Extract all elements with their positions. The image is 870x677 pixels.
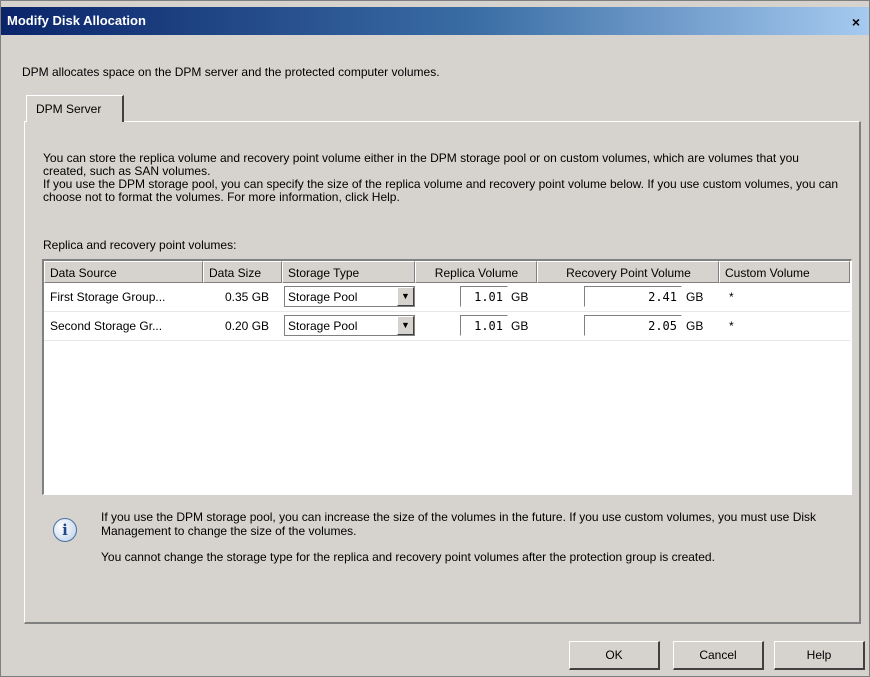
column-header-recovery-point-volume[interactable]: Recovery Point Volume [537, 261, 719, 283]
cancel-button[interactable]: Cancel [673, 641, 764, 670]
ok-button[interactable]: OK [569, 641, 660, 670]
recovery-unit: GB [686, 290, 704, 304]
recovery-point-volume-input[interactable]: 2.41 [584, 286, 682, 307]
description: You can store the replica volume and rec… [43, 152, 843, 204]
column-header-replica-volume[interactable]: Replica Volume [415, 261, 537, 283]
tab-panel: You can store the replica volume and rec… [24, 121, 861, 624]
replica-volume-input[interactable]: 1.01 [460, 286, 508, 307]
custom-volume-cell: * [729, 290, 734, 304]
help-button[interactable]: Help [774, 641, 865, 670]
description-line-1: You can store the replica volume and rec… [43, 151, 799, 178]
recovery-point-volume-input[interactable]: 2.05 [584, 315, 682, 336]
replica-volume-input[interactable]: 1.01 [460, 315, 508, 336]
table-row[interactable]: Second Storage Gr... 0.20 GB Storage Poo… [44, 312, 850, 341]
replica-unit: GB [511, 290, 529, 304]
volumes-table: Data Source Data Size Storage Type Repli… [42, 259, 852, 495]
storage-type-value: Storage Pool [288, 319, 358, 333]
data-source-cell: Second Storage Gr... [50, 319, 163, 333]
info-text-1: If you use the DPM storage pool, you can… [101, 510, 817, 538]
chevron-down-icon[interactable]: ▼ [397, 316, 414, 335]
column-header-custom-volume[interactable]: Custom Volume [719, 261, 850, 283]
title-bar: Modify Disk Allocation [1, 7, 869, 35]
description-line-2: If you use the DPM storage pool, you can… [43, 177, 839, 204]
column-header-data-source[interactable]: Data Source [44, 261, 203, 283]
custom-volume-cell: * [729, 319, 734, 333]
data-size-cell: 0.35 GB [225, 290, 270, 304]
data-source-cell: First Storage Group... [50, 290, 166, 304]
table-row[interactable]: First Storage Group... 0.35 GB Storage P… [44, 283, 850, 312]
modify-disk-allocation-dialog: Modify Disk Allocation × DPM allocates s… [0, 0, 870, 677]
dialog-title: Modify Disk Allocation [7, 13, 146, 28]
storage-type-dropdown[interactable]: Storage Pool ▼ [284, 286, 415, 307]
table-header: Data Source Data Size Storage Type Repli… [44, 261, 850, 283]
intro-text: DPM allocates space on the DPM server an… [22, 65, 440, 79]
tab-dpm-server[interactable]: DPM Server [26, 95, 124, 122]
close-icon[interactable]: × [849, 15, 863, 29]
replica-unit: GB [511, 319, 529, 333]
storage-type-dropdown[interactable]: Storage Pool ▼ [284, 315, 415, 336]
info-text-2: You cannot change the storage type for t… [101, 550, 715, 564]
recovery-unit: GB [686, 319, 704, 333]
column-header-data-size[interactable]: Data Size [203, 261, 282, 283]
column-header-storage-type[interactable]: Storage Type [282, 261, 415, 283]
data-size-cell: 0.20 GB [225, 319, 270, 333]
storage-type-value: Storage Pool [288, 290, 358, 304]
info-text: If you use the DPM storage pool, you can… [101, 510, 841, 564]
info-icon: i [53, 518, 77, 542]
chevron-down-icon[interactable]: ▼ [397, 287, 414, 306]
replica-volumes-label: Replica and recovery point volumes: [43, 238, 237, 252]
